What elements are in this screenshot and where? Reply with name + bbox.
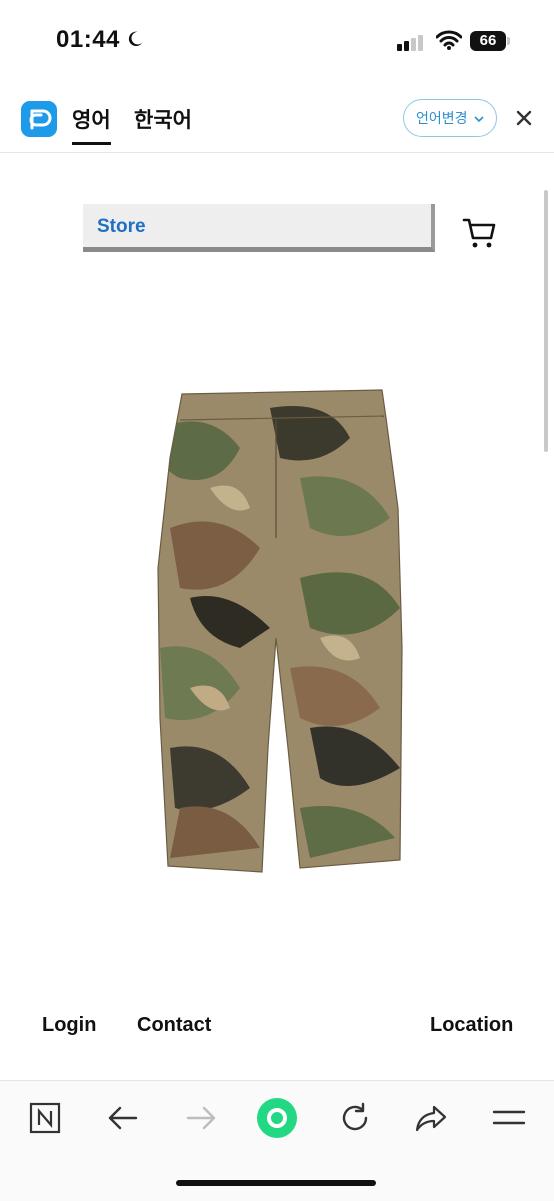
chevron-down-icon [474,116,484,123]
close-icon[interactable] [514,108,534,128]
product-image[interactable] [150,388,412,876]
moon-icon [128,31,143,47]
store-label: Store [97,216,146,237]
back-arrow-icon[interactable] [106,1101,140,1135]
location-link[interactable]: Location [430,1014,513,1037]
status-time: 01:44 [56,26,120,53]
login-link[interactable]: Login [42,1014,96,1037]
tab-english[interactable]: 영어 [72,104,111,145]
naver-n-icon[interactable] [28,1101,62,1135]
scrollbar[interactable] [544,190,548,452]
forward-arrow-icon [186,1106,216,1130]
language-change-button[interactable]: 언어변경 [403,99,497,137]
menu-icon[interactable] [492,1101,526,1135]
status-bar: 01:44 66 [0,0,554,80]
reload-icon[interactable] [338,1101,372,1135]
battery-icon: 66 [470,31,510,51]
tab-korean[interactable]: 한국어 [134,104,192,134]
contact-link[interactable]: Contact [137,1014,211,1037]
app-logo-icon[interactable] [21,101,57,137]
wifi-icon [436,30,462,50]
signal-icon [397,32,425,51]
cart-icon[interactable] [462,216,498,250]
language-change-label: 언어변경 [416,111,468,127]
store-button[interactable]: Store [83,204,435,252]
record-icon[interactable] [256,1097,298,1139]
translate-bar: 영어 한국어 언어변경 [0,88,554,153]
share-icon[interactable] [414,1101,448,1135]
home-indicator[interactable] [176,1180,376,1186]
